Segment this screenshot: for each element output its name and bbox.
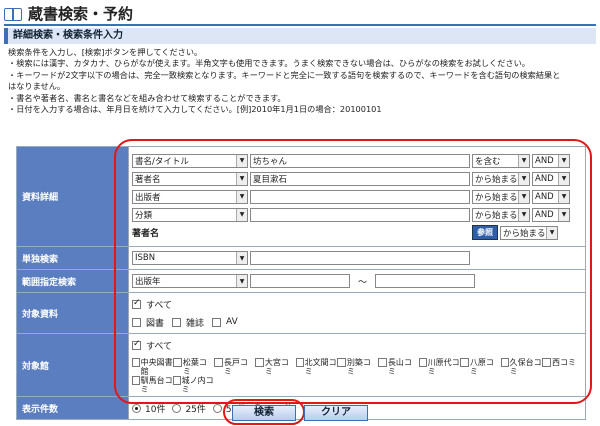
page-title: 蔵書検索・予約: [28, 4, 134, 23]
instruction-line: ・検索には漢字、カタカナ、ひらがなが使えます。半角文字も使用できます。うまく検索…: [8, 58, 530, 69]
instruction-line: ・キーワードが2文字以下の場合は、完全一致検索となります。キーワードと完全に一致…: [8, 69, 561, 80]
count-radio-50[interactable]: [212, 403, 222, 413]
label-count: 表示件数: [16, 396, 129, 420]
instruction-line: ・日付を入力する場合は、年月日を続けて入力してください。[例]2010年1月1日…: [8, 104, 382, 115]
label-single: 単独検索: [16, 246, 129, 270]
count-radio-25[interactable]: [172, 403, 182, 413]
instructions: 検索条件を入力し、[検索]ボタンを押してください。 ・検索には漢字、カタカナ、ひ…: [8, 47, 594, 115]
instruction-line: 検索条件を入力し、[検索]ボタンを押してください。: [8, 47, 203, 57]
instruction-line: はなりません。: [8, 81, 66, 92]
clear-button[interactable]: クリア: [304, 405, 368, 421]
label-library: 対象館: [16, 333, 129, 397]
book-icon: [4, 6, 22, 21]
instruction-line: ・書名や著者名、書名と書名などを組み合わせて検索することができます。: [8, 92, 286, 103]
label-material: 対象資料: [16, 292, 129, 334]
count-radio-10[interactable]: [132, 403, 141, 413]
label-detail: 資料詳細: [16, 146, 129, 247]
section-title: 詳細検索・検索条件入力: [4, 28, 596, 44]
search-button[interactable]: 検索: [232, 405, 296, 421]
highlight-oval: [114, 139, 592, 404]
page-header: 蔵書検索・予約: [4, 2, 596, 26]
label-range: 範囲指定検索: [16, 269, 129, 293]
